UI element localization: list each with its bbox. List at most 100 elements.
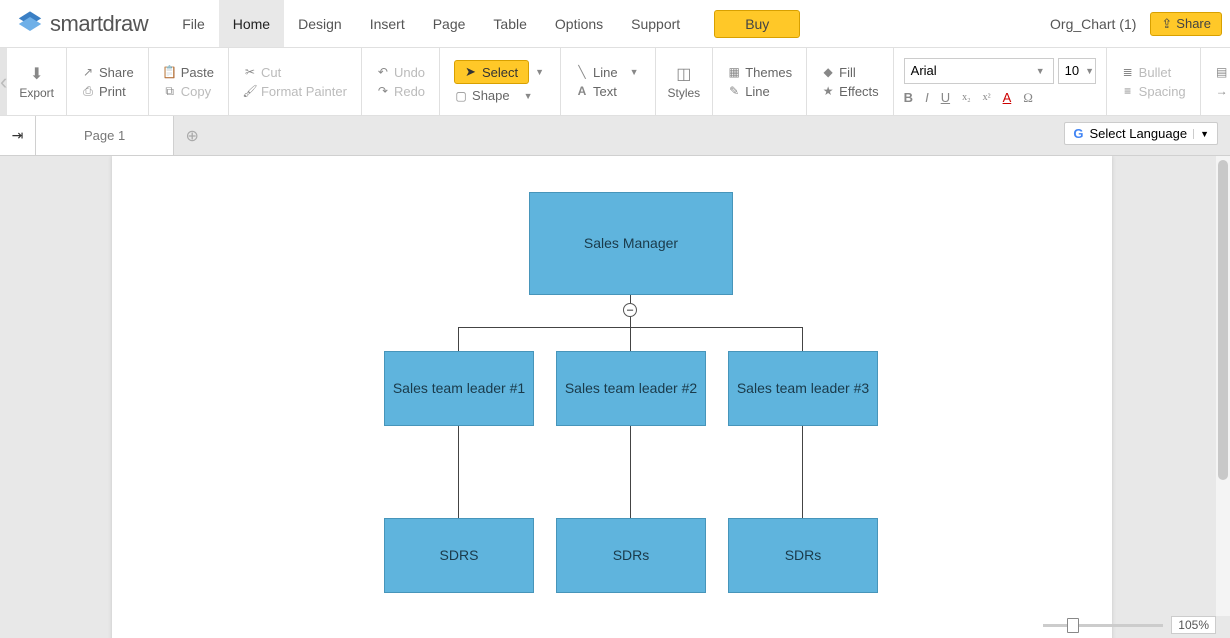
menu-support[interactable]: Support [617, 0, 694, 47]
bullet-button[interactable]: ≣Bullet [1115, 63, 1192, 82]
text-tool[interactable]: AText [569, 82, 647, 101]
panel-toggle[interactable]: ⇥ [0, 116, 36, 155]
arrow-right-icon: → [1215, 84, 1229, 98]
share-button[interactable]: ⇪ Share [1150, 12, 1222, 36]
undo-label: Undo [394, 65, 425, 80]
line-style-button[interactable]: ✎Line [721, 82, 798, 101]
page-tab-1[interactable]: Page 1 [36, 116, 174, 155]
app-logo[interactable]: smartdraw [8, 10, 148, 38]
org-node-level3-3[interactable]: SDRs [728, 518, 878, 593]
undo-button[interactable]: ↶ Undo [370, 63, 431, 82]
menu-table[interactable]: Table [479, 0, 540, 47]
list-icon: ≣ [1121, 65, 1135, 79]
bucket-icon: ◆ [821, 65, 835, 79]
menu-options[interactable]: Options [541, 0, 617, 47]
zoom-slider-thumb[interactable] [1067, 618, 1079, 633]
zoom-value[interactable]: 105% [1171, 616, 1216, 634]
font-select[interactable]: Arial▼ [904, 58, 1054, 84]
node-label: Sales team leader #1 [393, 379, 525, 397]
spacing-button[interactable]: ≡Spacing [1115, 82, 1192, 101]
fill-button[interactable]: ◆ Fill [815, 63, 885, 82]
main-menu: File Home Design Insert Page Table Optio… [168, 0, 694, 47]
canvas-area[interactable]: – Sales Manager Sales team leader #1 Sal… [0, 156, 1230, 638]
align-icon: ▤ [1215, 65, 1229, 79]
collapse-toggle[interactable]: – [623, 303, 637, 317]
redo-label: Redo [394, 84, 425, 99]
italic-button[interactable]: I [925, 90, 929, 106]
app-name: smartdraw [50, 11, 148, 37]
star-icon: ★ [821, 84, 835, 98]
themes-button[interactable]: ▦ Themes [721, 63, 798, 82]
themes-label: Themes [745, 65, 792, 80]
menu-page[interactable]: Page [419, 0, 480, 47]
ribbon-share-button[interactable]: ↗Share [75, 63, 140, 82]
clipboard-icon: 📋 [163, 65, 177, 79]
chevron-down-icon[interactable]: ▼ [533, 67, 546, 77]
styles-button[interactable]: ◫ Styles [656, 48, 714, 115]
align-button[interactable]: ▤Ali [1209, 63, 1230, 82]
effects-button[interactable]: ★Effects [815, 82, 885, 101]
symbol-button[interactable]: Ω [1023, 90, 1033, 106]
connector [802, 426, 803, 518]
paste-label: Paste [181, 65, 214, 80]
buy-button[interactable]: Buy [714, 10, 800, 38]
redo-button[interactable]: ↷Redo [370, 82, 431, 101]
export-label: Export [19, 86, 54, 100]
org-node-level3-2[interactable]: SDRs [556, 518, 706, 593]
chevron-down-icon[interactable]: ▼ [522, 91, 535, 101]
page-surface[interactable]: – Sales Manager Sales team leader #1 Sal… [112, 156, 1112, 638]
subscript-button[interactable]: x₂ [962, 92, 971, 103]
shape-label: Shape [472, 88, 510, 103]
org-node-level3-1[interactable]: SDRS [384, 518, 534, 593]
language-label: Select Language [1089, 126, 1187, 141]
language-select[interactable]: G Select Language ▼ [1064, 122, 1218, 145]
menu-home[interactable]: Home [219, 0, 284, 47]
superscript-button[interactable]: x² [983, 92, 991, 103]
cursor-icon: ➤ [465, 64, 476, 80]
copy-button[interactable]: ⧉Copy [157, 82, 220, 101]
scrollbar-thumb[interactable] [1218, 160, 1228, 480]
connector [458, 327, 459, 351]
menu-insert[interactable]: Insert [356, 0, 419, 47]
print-button[interactable]: ⎙Print [75, 82, 140, 101]
font-color-button[interactable]: A [1003, 90, 1012, 106]
line-tool[interactable]: ╲Line▼ [569, 63, 647, 82]
node-label: Sales Manager [584, 234, 678, 252]
connector [802, 327, 803, 351]
underline-button[interactable]: U [941, 90, 950, 106]
paste-button[interactable]: 📋 Paste [157, 63, 220, 82]
menu-file[interactable]: File [168, 0, 219, 47]
chevron-down-icon: ▼ [1083, 66, 1096, 76]
ribbon-share-label: Share [99, 65, 134, 80]
document-name: Org_Chart (1) [1050, 16, 1136, 32]
node-label: SDRS [440, 546, 479, 564]
shape-tool[interactable]: ▢Shape▼ [448, 86, 552, 105]
org-node-level2-1[interactable]: Sales team leader #1 [384, 351, 534, 426]
bold-button[interactable]: B [904, 90, 913, 106]
org-node-level2-3[interactable]: Sales team leader #3 [728, 351, 878, 426]
select-tool[interactable]: ➤ Select ▼ [448, 58, 552, 86]
text-direction-button[interactable]: →Te [1209, 82, 1230, 101]
chevron-down-icon[interactable]: ▼ [628, 67, 641, 77]
font-size-select[interactable]: 10▼ [1058, 58, 1096, 84]
ribbon-scroll-left[interactable]: ‹ [0, 48, 7, 115]
org-node-level2-2[interactable]: Sales team leader #2 [556, 351, 706, 426]
org-node-root[interactable]: Sales Manager [529, 192, 733, 295]
fill-label: Fill [839, 65, 856, 80]
font-value: Arial [911, 63, 937, 78]
select-label: Select [482, 65, 518, 80]
chevron-down-icon: ▼ [1193, 129, 1209, 139]
vertical-scrollbar[interactable] [1216, 156, 1230, 616]
format-painter-button[interactable]: 🖌Format Painter [237, 82, 353, 101]
line-icon: ╲ [575, 65, 589, 79]
line2-label: Line [745, 84, 770, 99]
node-label: SDRs [785, 546, 822, 564]
cut-button[interactable]: ✂Cut [237, 63, 353, 82]
menu-design[interactable]: Design [284, 0, 356, 47]
undo-icon: ↶ [376, 65, 390, 79]
add-page-button[interactable]: ⊕ [174, 116, 210, 155]
palette-icon: ▦ [727, 65, 741, 79]
export-button[interactable]: ⬇ Export [7, 48, 67, 115]
cut-label: Cut [261, 65, 281, 80]
zoom-slider[interactable] [1043, 624, 1163, 627]
